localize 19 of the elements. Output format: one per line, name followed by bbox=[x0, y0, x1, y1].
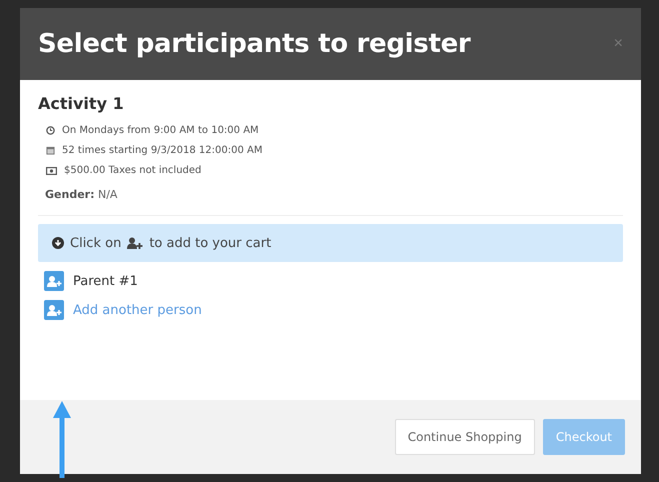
money-icon bbox=[46, 166, 57, 174]
activity-detail: 52 times starting 9/3/2018 12:00:00 AM bbox=[62, 145, 262, 156]
dialog-title: Select participants to register bbox=[38, 29, 470, 59]
arrow-circle-icon bbox=[52, 237, 64, 249]
add-person-icon[interactable] bbox=[44, 271, 64, 291]
activity-detail: On Mondays from 9:00 AM to 10:00 AM bbox=[62, 125, 259, 136]
calendar-icon bbox=[46, 146, 55, 155]
add-person-link[interactable]: Add another person bbox=[73, 302, 202, 318]
activity-detail: $500.00 Taxes not included bbox=[64, 165, 202, 176]
close-button[interactable]: × bbox=[614, 35, 623, 53]
participant-name: Parent #1 bbox=[73, 274, 138, 288]
gender-text: Gender: N/A bbox=[45, 188, 118, 201]
hint-text: Click on bbox=[70, 236, 122, 250]
add-person-icon[interactable] bbox=[44, 300, 64, 320]
hint-text: to add to your cart bbox=[149, 236, 272, 250]
clock-icon bbox=[46, 126, 55, 135]
continue-button[interactable]: Continue Shopping bbox=[394, 419, 535, 455]
activity-title: Activity 1 bbox=[38, 94, 125, 113]
add-person-icon bbox=[127, 237, 144, 249]
